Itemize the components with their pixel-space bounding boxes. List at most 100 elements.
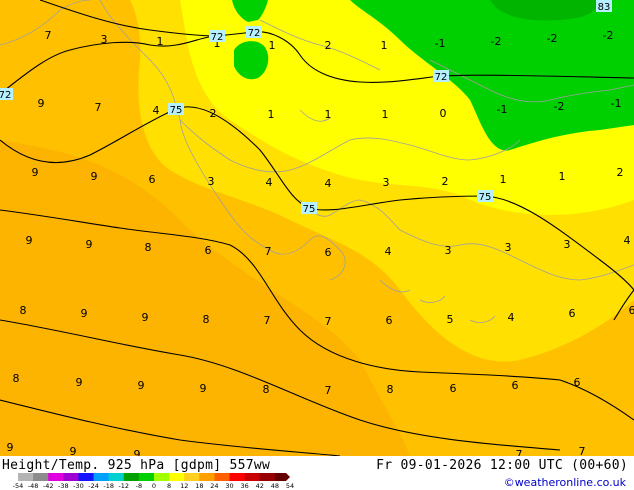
colorbar-swatch (154, 473, 170, 481)
colorbar-swatch (138, 473, 155, 481)
colorbar-swatch (199, 473, 215, 481)
temperature-value: 7 (579, 445, 586, 456)
contour-label-text: 72 (211, 32, 224, 43)
colorbar-tick-label: -42 (42, 482, 54, 490)
colorbar-tick-label: 54 (285, 482, 295, 490)
temperature-value: 1 (157, 35, 164, 48)
temperature-value: 3 (101, 33, 108, 46)
temperature-value: 4 (385, 245, 392, 258)
colorbar-swatch (123, 473, 140, 481)
temperature-value: 2 (442, 175, 449, 188)
colorbar-tick-label: 36 (240, 482, 249, 490)
colorbar-swatch (259, 473, 276, 481)
temperature-value: 9 (86, 238, 93, 251)
temperature-value: 9 (138, 379, 145, 392)
temperature-value: 9 (134, 448, 141, 456)
contour-label-text: 75 (170, 105, 183, 116)
temperature-value: 9 (70, 445, 77, 456)
map-valid-time: Fr 09-01-2026 12:00 UTC (00+60) (376, 458, 628, 473)
colorbar-tick-label: -54 (12, 482, 24, 490)
contour-label: 75 (301, 202, 317, 215)
temperature-value: 7 (265, 245, 272, 258)
temperature-value: 1 (500, 173, 507, 186)
temperature-value: 3 (445, 244, 452, 257)
temperature-value: -1 (435, 37, 446, 50)
colorbar-tick-label: 42 (255, 482, 264, 490)
temperature-value: 3 (564, 238, 571, 251)
temperature-value: -2 (554, 100, 565, 113)
temperature-value: -2 (547, 32, 558, 45)
temperature-value: 2 (210, 107, 217, 120)
contour-label: 72 (433, 70, 449, 83)
temperature-value: 4 (266, 176, 273, 189)
colorbar-arrow (286, 473, 290, 481)
temperature-value: 9 (200, 382, 207, 395)
temperature-value: 5 (447, 313, 454, 326)
contour-label-text: 83 (598, 2, 611, 13)
temperature-value: 8 (20, 304, 27, 317)
temperature-value: -1 (611, 97, 622, 110)
colorbar-swatch (169, 473, 185, 481)
temperature-value: 2 (617, 166, 624, 179)
contour-label-text: 72 (0, 90, 11, 101)
weather-map: 7 3 1 1 1 2 1 -1 -2 -2 -2 9 7 4 2 1 1 1 0 -1 -2 -1 9 9 6 3 4 4 3 2 1 1 2… (0, 0, 634, 457)
temperature-value: 6 (149, 173, 156, 186)
colorbar-tick-label: -18 (103, 482, 114, 490)
temperature-value: 1 (381, 39, 388, 52)
temperature-value: 8 (13, 372, 20, 385)
temperature-value: 6 (450, 382, 457, 395)
colorbar-swatch (214, 473, 231, 481)
colorbar-tick-label: 12 (180, 482, 189, 490)
colorbar-swatch (48, 473, 64, 481)
colorbar-tick-label: 0 (151, 482, 157, 490)
colorbar-tick-label: -48 (27, 482, 39, 490)
temperature-value: 9 (38, 97, 45, 110)
temperature-value: 1 (382, 108, 389, 121)
colorbar-tick-label: -24 (88, 482, 99, 490)
temperature-value: 6 (512, 379, 519, 392)
temperature-value: 6 (205, 244, 212, 257)
temperature-value: 9 (7, 441, 14, 454)
colorbar-swatch (63, 473, 79, 481)
temperature-value: 3 (208, 175, 215, 188)
temperature-value: 8 (145, 241, 152, 254)
temperature-value: -1 (497, 103, 508, 116)
temperature-value: -2 (491, 35, 502, 48)
temperature-value: 7 (516, 448, 523, 456)
temperature-value: 9 (81, 307, 88, 320)
temperature-value: 1 (268, 108, 275, 121)
temperature-value: 6 (386, 314, 393, 327)
temperature-value: 4 (624, 234, 631, 247)
temperature-value: 0 (440, 107, 447, 120)
map-labels: 7 3 1 1 1 2 1 -1 -2 -2 -29 7 4 2 1 1 1 0 -1 -2 -19 9 6 3 4 4 3 2 1 1 2… (0, 0, 634, 456)
temperature-value: 9 (91, 170, 98, 183)
temperature-value: 7 (325, 384, 332, 397)
temperature-value: 4 (508, 311, 515, 324)
temperature-value: 6 (574, 376, 581, 389)
colorbar-swatch (93, 473, 110, 481)
temperature-value: 6 (325, 246, 332, 259)
colorbar-tick-label: 48 (270, 482, 280, 490)
colorbar-swatch (33, 473, 49, 481)
temperature-value: 4 (325, 177, 332, 190)
temperature-value: 2 (325, 39, 332, 52)
credit-link[interactable]: ©weatheronline.co.uk (504, 476, 626, 489)
temperature-value: 8 (203, 313, 210, 326)
map-title: Height/Temp. 925 hPa [gdpm] 557ww (2, 458, 271, 473)
temperature-value: 9 (142, 311, 149, 324)
temperature-value: 7 (264, 314, 271, 327)
colorbar-tick-label: -38 (58, 482, 69, 490)
temperature-value: 7 (325, 315, 332, 328)
colorbar-swatch (229, 473, 246, 481)
colorbar-swatch (244, 473, 261, 481)
contour-label: 72 (209, 30, 225, 43)
contour-label: 75 (168, 103, 184, 116)
contour-label-text: 75 (479, 192, 492, 203)
colorbar-swatch (108, 473, 125, 481)
colorbar-tick-label: -30 (73, 482, 84, 490)
contour-label: 72 (246, 26, 262, 39)
temperature-value: 1 (559, 170, 566, 183)
temperature-value: 8 (387, 383, 394, 396)
colorbar-tick-label: 8 (167, 482, 172, 490)
colorbar-swatch (18, 473, 34, 481)
